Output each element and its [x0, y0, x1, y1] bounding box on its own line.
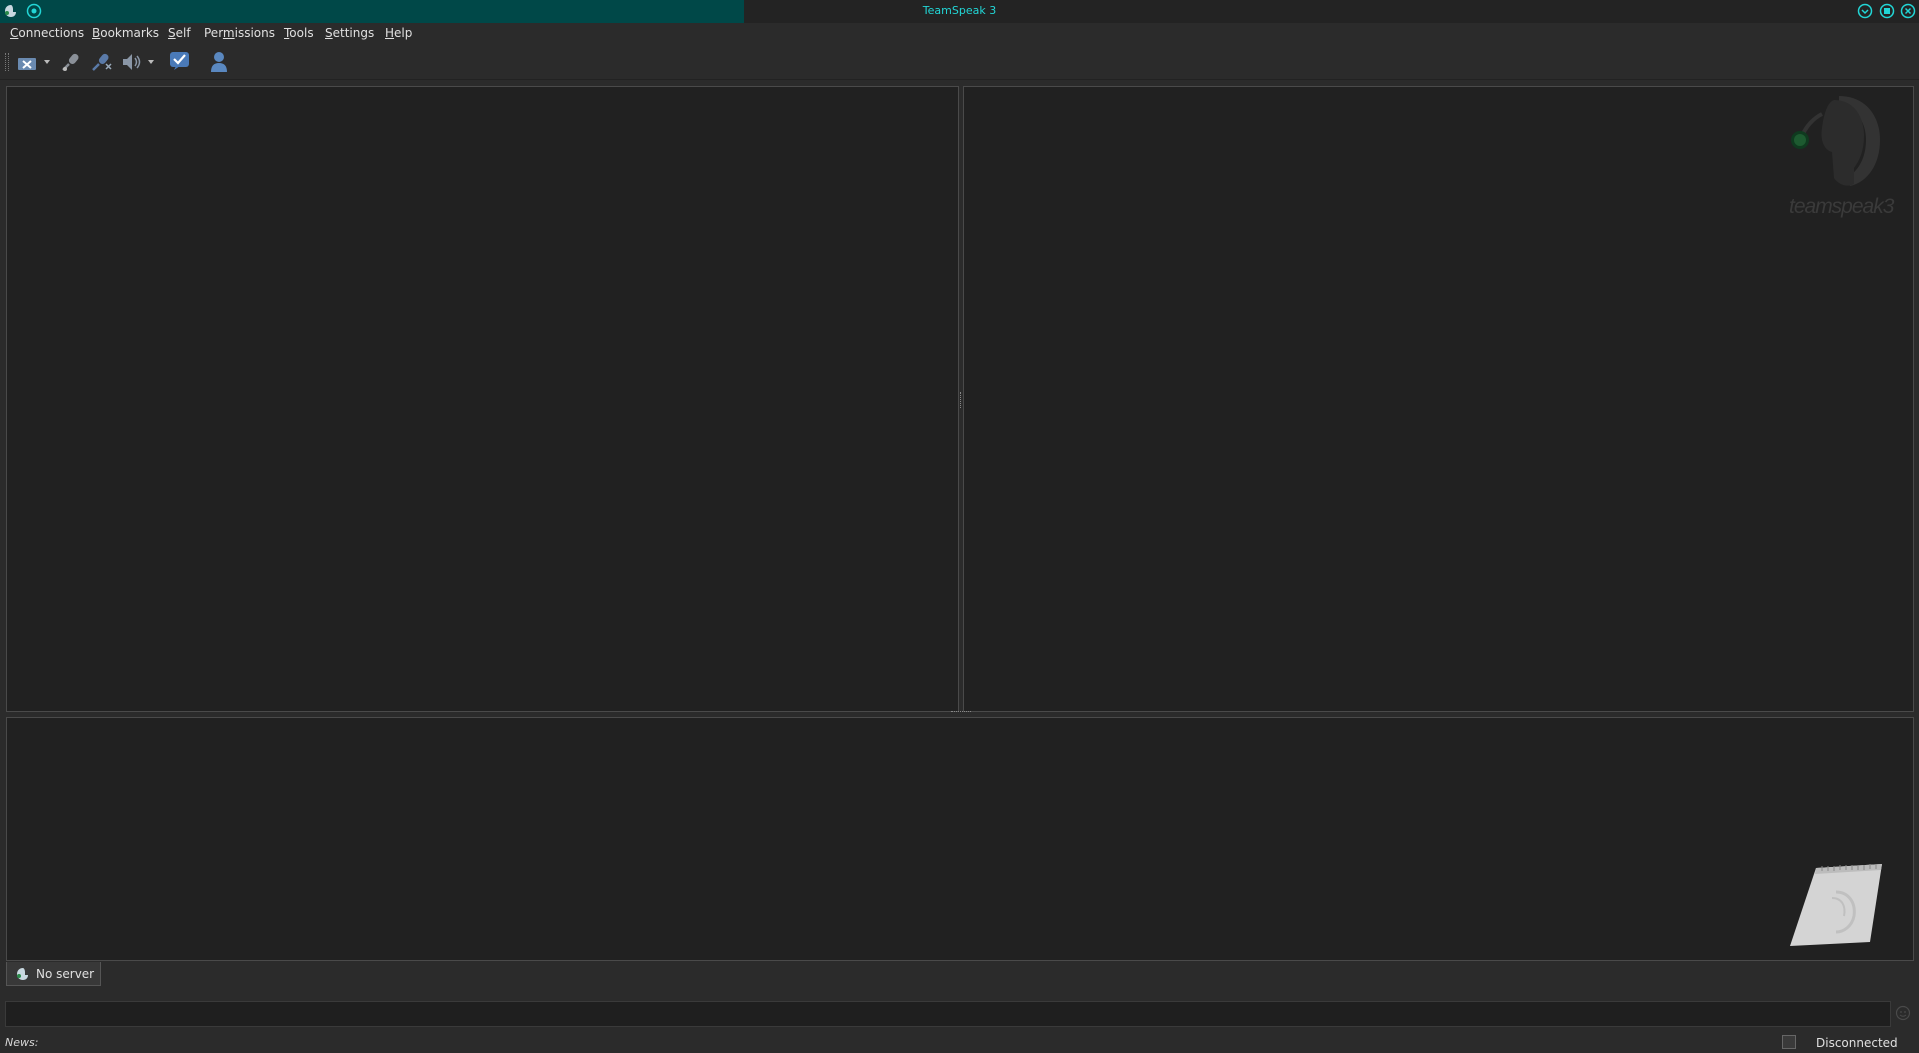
server-info-pane [963, 86, 1914, 712]
close-icon[interactable] [1900, 3, 1916, 19]
mute-microphone-icon[interactable] [60, 50, 82, 74]
tab-no-server[interactable]: No server [6, 962, 101, 986]
horizontal-splitter-handle[interactable] [951, 711, 971, 714]
minimize-icon[interactable] [1857, 3, 1873, 19]
chat-log-pane[interactable] [6, 717, 1914, 961]
maximize-icon[interactable] [1879, 3, 1895, 19]
toolbar-grip[interactable] [5, 53, 9, 71]
server-icon [17, 968, 28, 980]
menu-help[interactable]: Help [385, 26, 412, 40]
menu-bar: Connections Bookmarks Self Permissions T… [0, 23, 1919, 44]
news-label: News: [5, 1036, 39, 1049]
mute-speakers-icon[interactable] [90, 50, 114, 74]
disconnect-icon[interactable] [16, 50, 54, 74]
window-menu-icon[interactable] [26, 3, 42, 19]
status-indicator[interactable] [1782, 1035, 1796, 1049]
notepad-icon [1790, 864, 1882, 946]
title-bar-accent [0, 0, 744, 23]
tab-label: No server [36, 967, 95, 981]
chat-input[interactable] [5, 1001, 1891, 1027]
menu-tools[interactable]: Tools [284, 26, 314, 40]
toolbar [0, 44, 1919, 80]
speaker-icon[interactable] [120, 50, 160, 74]
teamspeak-app-icon[interactable] [4, 4, 18, 18]
vertical-splitter-handle[interactable] [960, 392, 962, 408]
menu-self[interactable]: Self [168, 26, 191, 40]
menu-settings[interactable]: Settings [325, 26, 374, 40]
contacts-icon[interactable] [208, 50, 230, 74]
menu-permissions[interactable]: Permissions [204, 26, 275, 40]
channel-tree[interactable] [6, 86, 959, 712]
away-status-icon[interactable] [168, 50, 192, 74]
emoticon-icon[interactable] [1895, 1005, 1911, 1021]
menu-bookmarks[interactable]: Bookmarks [92, 26, 159, 40]
teamspeak-logo-text: teamspeak3 [1789, 195, 1894, 218]
connection-status: Disconnected [1816, 1036, 1898, 1050]
menu-connections[interactable]: Connections [10, 26, 84, 40]
